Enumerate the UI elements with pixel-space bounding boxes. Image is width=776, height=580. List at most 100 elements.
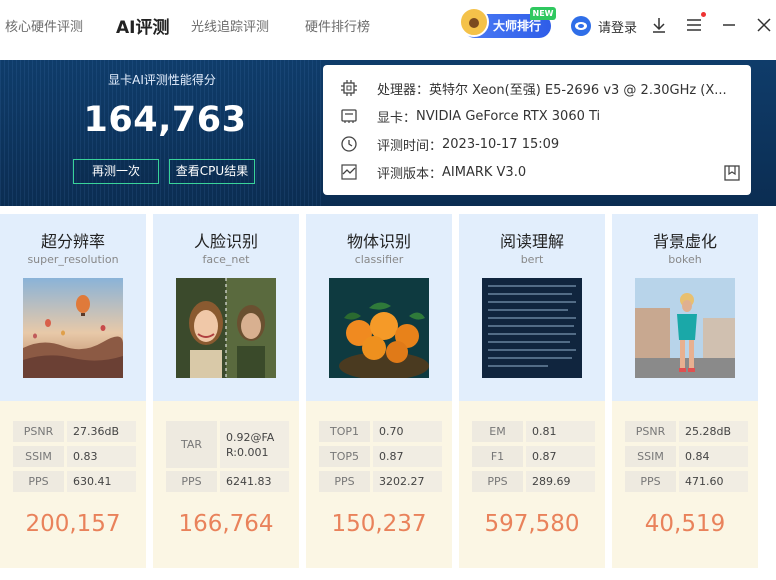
card-model-name: bert: [520, 253, 544, 266]
export-icon[interactable]: [723, 164, 741, 182]
version-label: 评测版本：: [377, 166, 443, 182]
download-icon[interactable]: [649, 15, 669, 35]
card-metrics-area: EM 0.81 F1 0.87 PPS 289.69: [459, 401, 605, 568]
card-title: 背景虚化: [652, 232, 717, 251]
pulse-chart-icon: [341, 164, 357, 180]
time-info-row: 评测时间： 2023-10-17 15:09: [340, 134, 740, 154]
card-title: 物体识别: [346, 232, 411, 251]
metric-key: EM: [472, 421, 523, 442]
metric-value: 0.92@FAR:0.001: [220, 421, 289, 468]
metric-row: TOP1 0.70: [319, 421, 442, 442]
card-metrics-area: PSNR 25.28dB SSIM 0.84 PPS 471.60: [612, 401, 758, 568]
card-model-name: classifier: [354, 253, 404, 266]
benchmark-card-face-net[interactable]: 人脸识别 face_net TAR 0.92@FAR:0.001 PPS 624…: [153, 214, 299, 568]
metric-key: PPS: [319, 471, 370, 492]
system-info-card: 处理器： 英特尔 Xeon(至强) E5-2696 v3 @ 2.30GHz (…: [323, 65, 751, 195]
card-title: 阅读理解: [499, 232, 564, 251]
metric-value: 6241.83: [220, 471, 289, 492]
card-score: 597,580: [484, 511, 580, 537]
user-eye-icon: [571, 16, 591, 36]
metric-row: PSNR 25.28dB: [625, 421, 748, 442]
metric-row: PSNR 27.36dB: [13, 421, 136, 442]
street-portrait-image: [635, 278, 735, 378]
faces-image: [176, 278, 276, 378]
metric-value: 630.41: [67, 471, 136, 492]
notification-dot: [701, 12, 706, 17]
card-header-area: 超分辨率 super_resolution: [0, 214, 146, 401]
master-ranking-label: 大师排行: [493, 19, 542, 33]
metric-key: TOP5: [319, 446, 370, 467]
metric-value: 471.60: [679, 471, 748, 492]
metric-key: TAR: [166, 421, 217, 468]
login-button[interactable]: 请登录: [571, 15, 637, 37]
metric-key: F1: [472, 446, 523, 467]
metric-key: PPS: [166, 471, 217, 492]
clock-icon: [341, 136, 357, 152]
metric-row: PPS 6241.83: [166, 471, 289, 492]
card-header-area: 阅读理解 bert: [459, 214, 605, 401]
benchmark-card-bokeh[interactable]: 背景虚化 bokeh PSNR 25.28dB SSIM 0.84 PPS 47…: [612, 214, 758, 568]
login-label: 请登录: [598, 20, 638, 36]
metric-value: 25.28dB: [679, 421, 748, 442]
hot-air-balloons-image: [23, 278, 123, 378]
metric-key: PPS: [472, 471, 523, 492]
gpu-value: NVIDIA GeForce RTX 3060 Ti: [416, 108, 601, 124]
metric-key: PSNR: [13, 421, 64, 442]
card-header-area: 背景虚化 bokeh: [612, 214, 758, 401]
metric-value: 0.81: [526, 421, 595, 442]
tab-ai-test[interactable]: AI评测: [116, 13, 169, 38]
metric-key: PPS: [13, 471, 64, 492]
card-score: 200,157: [25, 511, 121, 537]
tab-ray-tracing[interactable]: 光线追踪评测: [191, 16, 269, 35]
gpu-info-row: 显卡： NVIDIA GeForce RTX 3060 Ti: [340, 106, 740, 126]
gpu-label: 显卡：: [377, 110, 417, 126]
benchmark-card-bert[interactable]: 阅读理解 bert EM 0.81 F1 0.87 PPS 289.69 597…: [459, 214, 605, 568]
benchmark-card-classifier[interactable]: 物体识别 classifier TOP1 0.70 TOP5 0.87 PPS …: [306, 214, 452, 568]
time-value: 2023-10-17 15:09: [442, 136, 560, 152]
benchmark-card-super-resolution[interactable]: 超分辨率 super_resolution PSNR 27.36dB SSIM …: [0, 214, 146, 568]
card-header-area: 物体识别 classifier: [306, 214, 452, 401]
metric-row: F1 0.87: [472, 446, 595, 467]
text-passage-image: [482, 278, 582, 378]
metric-value: 3202.27: [373, 471, 442, 492]
metric-value: 0.87: [526, 446, 595, 467]
menu-icon[interactable]: [684, 15, 704, 35]
cpu-value: 英特尔 Xeon(至强) E5-2696 v3 @ 2.30GHz (X...: [429, 82, 727, 98]
top-nav-bar: 核心硬件评测 AI评测 光线追踪评测 硬件排行榜 大师排行 NEW 请登录: [0, 0, 776, 52]
metric-row: SSIM 0.84: [625, 446, 748, 467]
tab-core-hardware[interactable]: 核心硬件评测: [5, 16, 83, 35]
tab-hardware-ranking[interactable]: 硬件排行榜: [305, 16, 370, 35]
oranges-image: [329, 278, 429, 378]
metric-key: SSIM: [625, 446, 676, 467]
card-model-name: face_net: [202, 253, 250, 266]
minimize-icon[interactable]: [719, 15, 739, 35]
retest-button[interactable]: 再测一次: [73, 159, 159, 184]
metric-key: PSNR: [625, 421, 676, 442]
metric-row: PPS 471.60: [625, 471, 748, 492]
view-cpu-result-button[interactable]: 查看CPU结果: [169, 159, 255, 184]
cpu-chip-icon: [341, 80, 357, 96]
metric-row: TOP5 0.87: [319, 446, 442, 467]
metric-row: TAR 0.92@FAR:0.001: [166, 421, 289, 468]
total-score: 164,763: [83, 100, 247, 140]
version-info-row: 评测版本： AIMARK V3.0: [340, 162, 740, 182]
metric-value: 0.83: [67, 446, 136, 467]
metric-value: 0.70: [373, 421, 442, 442]
metric-row: PPS 289.69: [472, 471, 595, 492]
metric-value: 27.36dB: [67, 421, 136, 442]
metric-row: PPS 630.41: [13, 471, 136, 492]
card-header-area: 人脸识别 face_net: [153, 214, 299, 401]
metric-key: SSIM: [13, 446, 64, 467]
close-icon[interactable]: [754, 15, 774, 35]
metric-row: PPS 3202.27: [319, 471, 442, 492]
card-model-name: super_resolution: [27, 253, 119, 266]
card-metrics-area: TAR 0.92@FAR:0.001 PPS 6241.83: [153, 401, 299, 568]
gpu-card-icon: [341, 109, 357, 123]
card-metrics-area: TOP1 0.70 TOP5 0.87 PPS 3202.27: [306, 401, 452, 568]
metric-value: 289.69: [526, 471, 595, 492]
cpu-label: 处理器：: [377, 82, 430, 98]
metric-row: SSIM 0.83: [13, 446, 136, 467]
master-avatar-icon: [459, 7, 489, 37]
card-score: 150,237: [331, 511, 427, 537]
time-label: 评测时间：: [377, 138, 443, 154]
